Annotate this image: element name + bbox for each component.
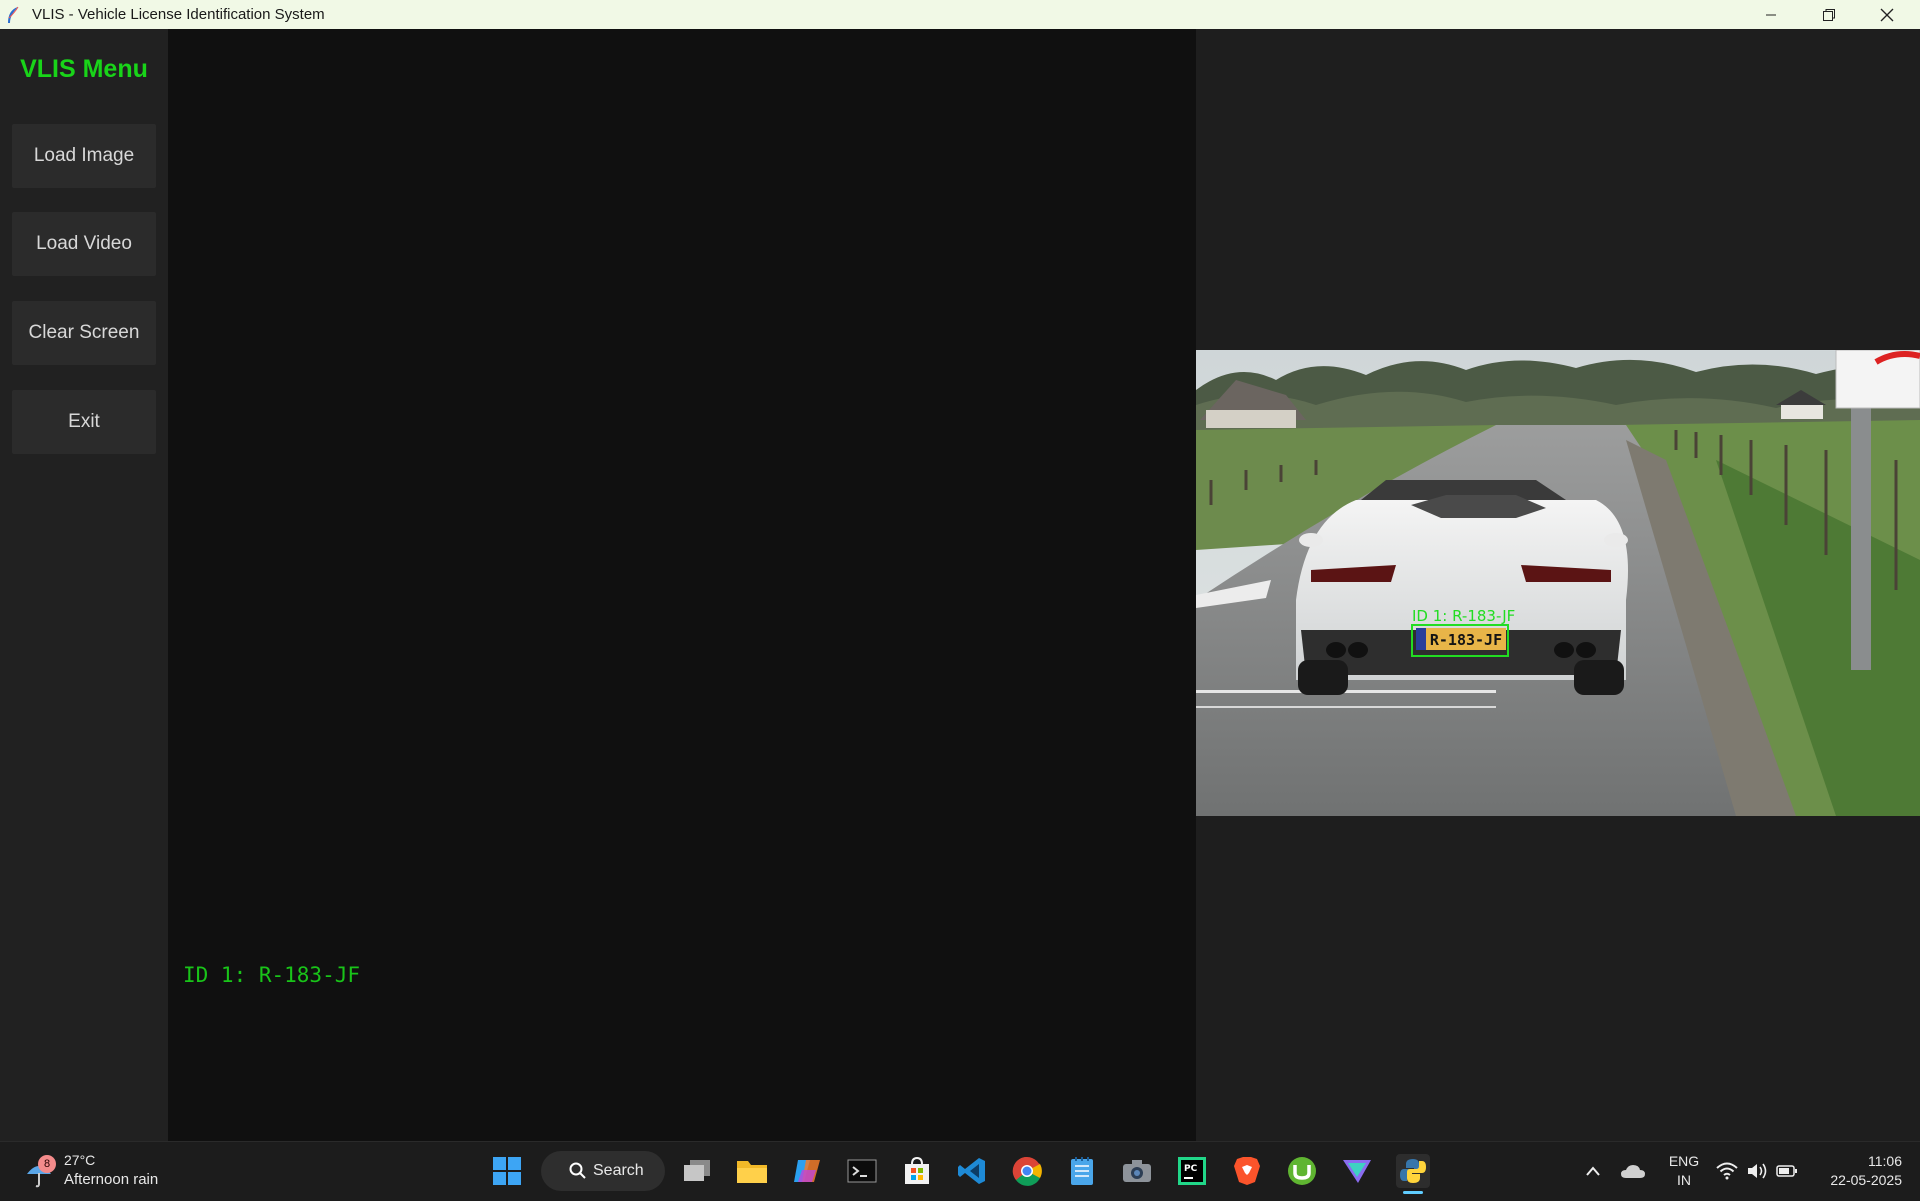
vscode-icon[interactable]	[955, 1154, 989, 1188]
feather-app-icon	[6, 6, 24, 24]
system-clock[interactable]: 11:06 22-05-2025	[1812, 1152, 1902, 1190]
load-image-button[interactable]: Load Image	[12, 124, 156, 188]
start-icon[interactable]	[490, 1154, 524, 1188]
region-code: IN	[1677, 1172, 1691, 1188]
pycharm-icon[interactable]: PC	[1175, 1154, 1209, 1188]
weather-condition: Afternoon rain	[64, 1171, 159, 1188]
copilot-icon[interactable]	[790, 1154, 824, 1188]
video-frame: R-183-JF ID 1: R-183-JF	[1196, 350, 1920, 816]
utorrent-icon[interactable]	[1285, 1154, 1319, 1188]
store-icon[interactable]	[900, 1154, 934, 1188]
results-panel: ID 1: R-183-JF	[168, 29, 1196, 1141]
proton-vpn-icon[interactable]	[1340, 1154, 1374, 1188]
taskbar: 8 27°C Afternoon rain Search PC ENG IN 1…	[0, 1141, 1920, 1201]
load-video-button[interactable]: Load Video	[12, 212, 156, 276]
search-icon	[569, 1162, 586, 1179]
onedrive-cloud-icon[interactable]	[1616, 1154, 1650, 1188]
close-button[interactable]	[1858, 0, 1916, 29]
detection-result-text: ID 1: R-183-JF	[183, 963, 361, 987]
svg-text:PC: PC	[1184, 1164, 1198, 1174]
language-code: ENG	[1668, 1153, 1700, 1169]
minimize-button[interactable]	[1742, 0, 1800, 29]
terminal-icon[interactable]	[845, 1154, 879, 1188]
weather-widget[interactable]: 8 27°C Afternoon rain	[24, 1150, 184, 1194]
sidebar-menu: VLIS Menu Load Image Load Video Clear Sc…	[0, 29, 168, 1141]
clear-screen-button[interactable]: Clear Screen	[12, 301, 156, 365]
wifi-icon[interactable]	[1710, 1154, 1744, 1188]
file-explorer-icon[interactable]	[735, 1154, 769, 1188]
language-indicator[interactable]: ENG IN	[1664, 1152, 1704, 1190]
camera-icon[interactable]	[1120, 1154, 1154, 1188]
exit-button[interactable]: Exit	[12, 390, 156, 454]
notification-badge: 8	[38, 1155, 56, 1173]
battery-icon[interactable]	[1770, 1154, 1804, 1188]
python-icon[interactable]	[1396, 1154, 1430, 1194]
brave-icon[interactable]	[1230, 1154, 1264, 1188]
clock-date: 22-05-2025	[1830, 1172, 1902, 1188]
weather-temp: 27°C	[64, 1152, 96, 1168]
menu-title: VLIS Menu	[20, 55, 148, 83]
volume-icon[interactable]	[1740, 1154, 1774, 1188]
task-view-icon[interactable]	[680, 1154, 714, 1188]
clock-time: 11:06	[1868, 1153, 1902, 1169]
detection-label: ID 1: R-183-JF	[1412, 607, 1515, 625]
taskbar-search[interactable]: Search	[541, 1151, 665, 1191]
restore-button[interactable]	[1800, 0, 1858, 29]
notepad-icon[interactable]	[1065, 1154, 1099, 1188]
search-label: Search	[593, 1162, 644, 1179]
title-bar: VLIS - Vehicle License Identification Sy…	[0, 0, 1920, 29]
chrome-icon[interactable]	[1010, 1154, 1044, 1188]
window-title: VLIS - Vehicle License Identification Sy…	[32, 6, 325, 23]
video-panel: R-183-JF ID 1: R-183-JF	[1196, 29, 1920, 1141]
chevron-up-icon[interactable]	[1576, 1154, 1610, 1188]
road-scene-image: R-183-JF ID 1: R-183-JF	[1196, 350, 1920, 816]
plate-text: R-183-JF	[1430, 631, 1502, 649]
